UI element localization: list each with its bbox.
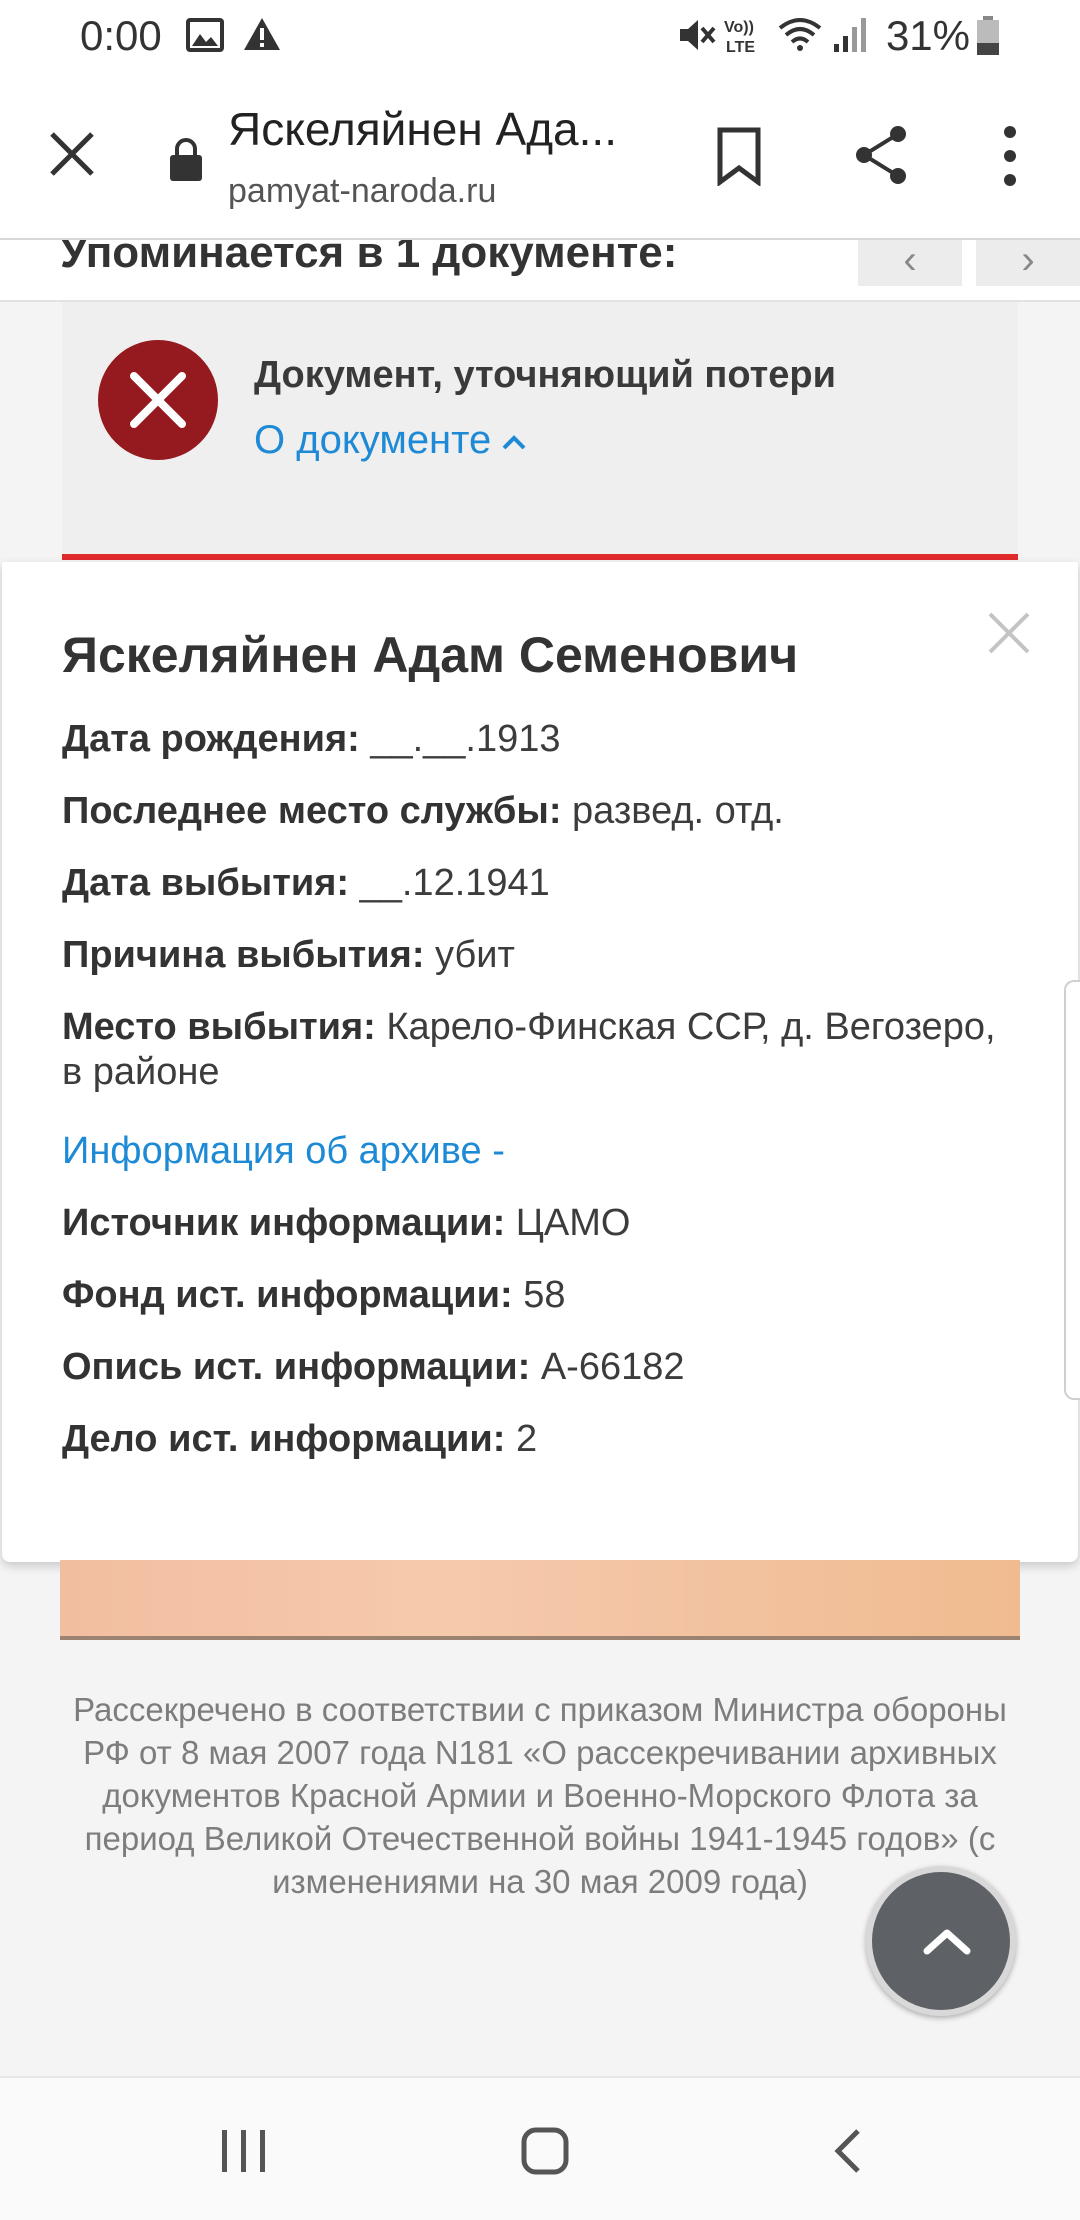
declassified-notice: Рассекречено в соответствии с приказом М… [73, 1691, 1007, 1900]
mentions-title: Упоминается в 1 документе: [60, 240, 678, 277]
about-document-link[interactable]: О документе [254, 418, 527, 463]
status-time: 0:00 [80, 12, 162, 59]
field-last-service-place: Последнее место службы: развед. отд. [62, 790, 784, 832]
recent-apps-icon[interactable] [220, 2128, 268, 2174]
mute-icon [680, 20, 716, 50]
share-icon[interactable] [852, 124, 910, 186]
close-icon[interactable] [46, 128, 98, 180]
field-departure-place: Место выбытия: Карело-Финская ССР, д. Ве… [62, 1006, 996, 1093]
page-title[interactable]: Яскеляйнен Ада... [228, 102, 648, 156]
loss-x-icon [98, 340, 218, 460]
prev-document-button[interactable]: ‹ [858, 240, 962, 286]
status-bar: 0:00 Vo)) LTE 31% [0, 0, 1080, 72]
chevron-up-icon [923, 1929, 971, 1955]
svg-text:Vo)): Vo)) [724, 19, 754, 36]
scroll-handle[interactable] [1064, 980, 1080, 1400]
field-departure-date: Дата выбытия: __.12.1941 [62, 862, 550, 904]
scroll-to-top-button[interactable] [866, 1866, 1016, 2016]
next-document-button[interactable]: › [976, 240, 1080, 286]
field-fond: Фонд ист. информации: 58 [62, 1274, 566, 1316]
close-panel-icon[interactable] [986, 610, 1032, 656]
more-options-icon[interactable] [1000, 124, 1020, 188]
wifi-icon [778, 18, 822, 51]
mentions-header: Упоминается в 1 документе: ‹ › [0, 240, 1080, 302]
chevron-up-icon [502, 435, 526, 450]
browser-toolbar: Яскеляйнен Ада... pamyat-naroda.ru [0, 72, 1080, 240]
document-image[interactable] [60, 1560, 1020, 1640]
person-name: Яскеляйнен Адам Семенович [62, 627, 799, 683]
battery-percent: 31% [885, 12, 970, 59]
document-title: Документ, уточняющий потери [254, 354, 836, 396]
person-fields: Дата рождения: __.__.1913 Последнее мест… [62, 710, 1022, 1482]
field-birth-date: Дата рождения: __.__.1913 [62, 718, 561, 760]
signal-icon [834, 18, 866, 52]
archive-info-link[interactable]: Информация об архиве - [62, 1122, 1022, 1181]
about-document-label: О документе [254, 418, 492, 462]
page-url[interactable]: pamyat-naroda.ru [228, 172, 496, 211]
battery-icon [977, 16, 999, 55]
home-icon[interactable] [520, 2126, 570, 2176]
bookmark-icon[interactable] [714, 126, 764, 186]
document-card[interactable]: Документ, уточняющий потери О документе [62, 302, 1018, 560]
field-info-source: Источник информации: ЦАМО [62, 1202, 631, 1244]
system-nav-bar [0, 2076, 1080, 2220]
person-details-panel: Яскеляйнен Адам Семенович Дата рождения:… [2, 562, 1078, 1562]
svg-text:LTE: LTE [726, 39, 755, 56]
field-departure-reason: Причина выбытия: убит [62, 934, 515, 976]
image-icon [186, 18, 224, 52]
back-icon[interactable] [832, 2128, 862, 2174]
volte-icon: Vo)) LTE [724, 19, 755, 56]
lock-icon [170, 138, 202, 181]
warning-icon [244, 18, 280, 50]
field-opis: Опись ист. информации: А-66182 [62, 1346, 685, 1388]
field-delo: Дело ист. информации: 2 [62, 1418, 538, 1460]
